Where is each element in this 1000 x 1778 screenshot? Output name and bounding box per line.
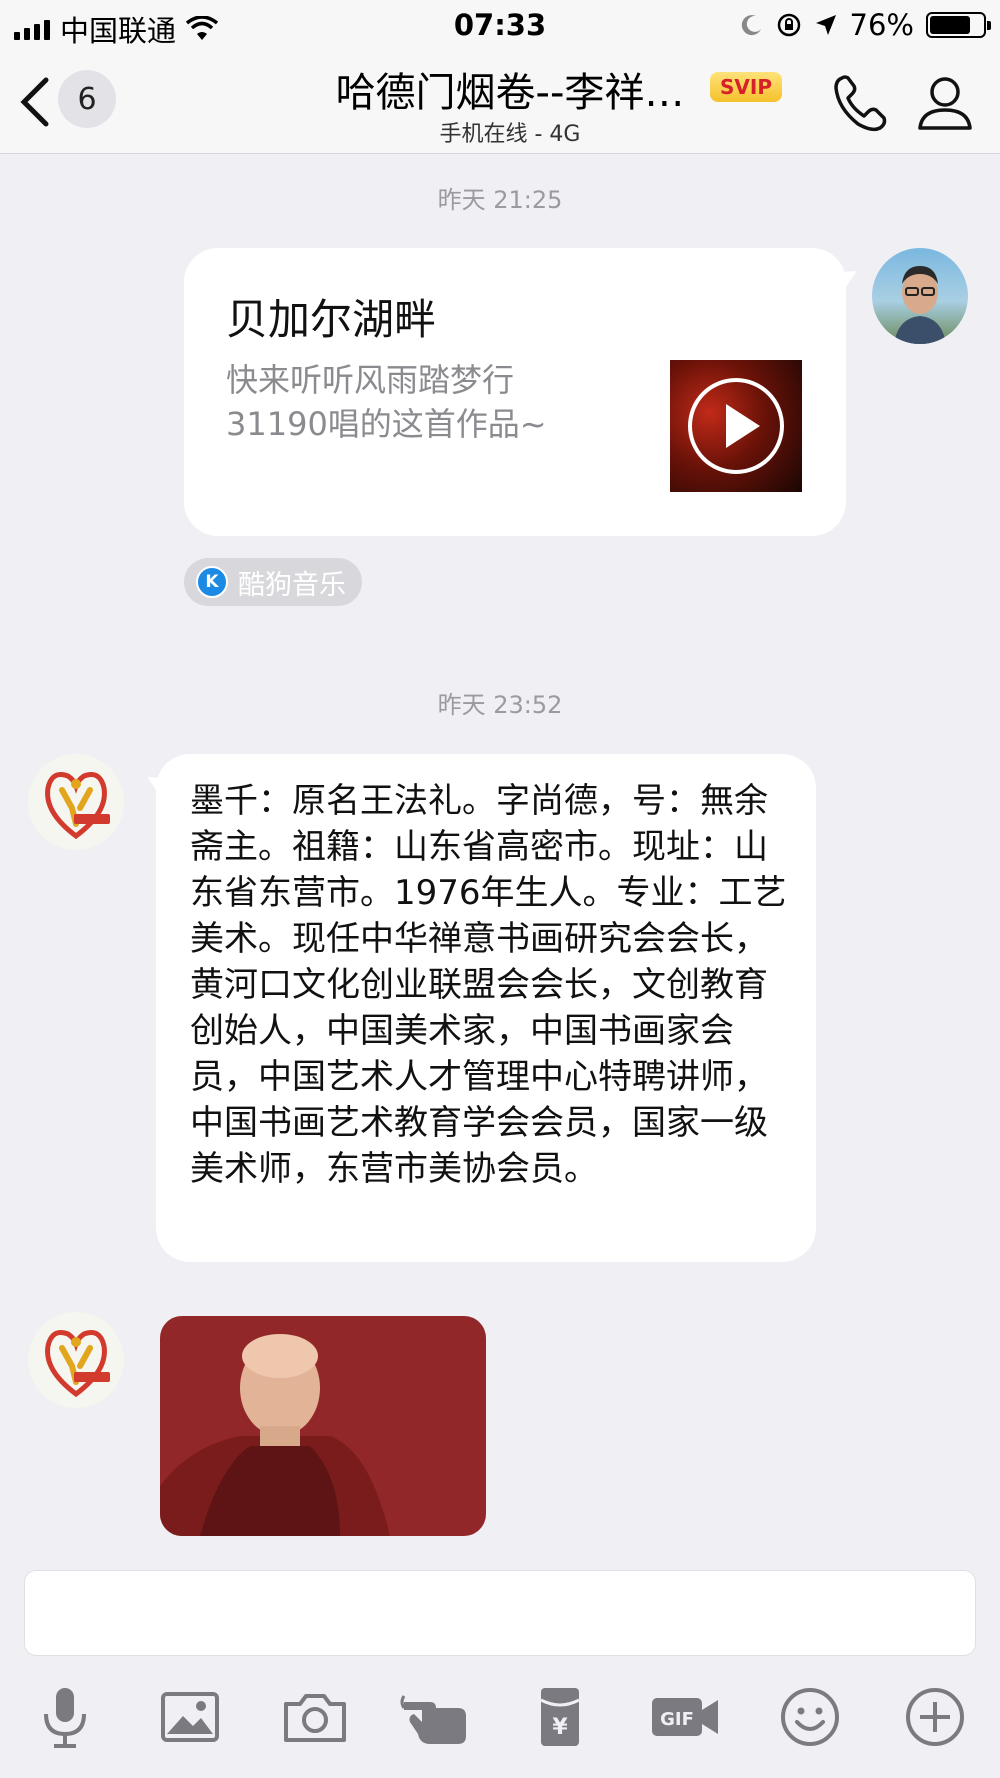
red-packet-icon[interactable]: ¥ [525, 1682, 595, 1752]
contact-avatar[interactable] [28, 1312, 124, 1408]
online-status: 手机在线 - 4G [439, 122, 581, 147]
moon-icon [741, 15, 761, 36]
contact-avatar[interactable] [28, 754, 124, 850]
music-share-card[interactable]: 贝加尔湖畔 快来听听风雨踏梦行31190唱的这首作品~ [184, 248, 846, 536]
user-avatar[interactable] [872, 248, 968, 344]
message-input[interactable] [24, 1570, 976, 1656]
battery-icon [926, 12, 991, 38]
chat-title[interactable]: 哈德门烟卷--李祥… [336, 60, 685, 118]
text-message-bubble[interactable]: 墨千：原名王法礼。字尚德，号：無余斋主。祖籍：山东省高密市。现址：山东省东营市。… [156, 754, 816, 1262]
emoji-icon[interactable] [775, 1682, 845, 1752]
back-chevron-icon[interactable] [14, 72, 54, 132]
unread-count-badge[interactable]: 6 [58, 70, 116, 128]
svg-text:¥: ¥ [552, 1715, 568, 1740]
plus-icon[interactable] [900, 1682, 970, 1752]
song-thumbnail[interactable] [670, 360, 802, 492]
svip-badge: SVIP [710, 72, 782, 102]
kugou-icon: K [196, 566, 228, 598]
svg-text:GIF: GIF [660, 1709, 694, 1730]
chat-header: 6 哈德门烟卷--李祥… SVIP 手机在线 - 4G [0, 50, 1000, 154]
microphone-icon[interactable] [30, 1682, 100, 1752]
rotation-lock-icon [777, 13, 800, 37]
status-bar: 中国联通 07:33 76% [0, 0, 1000, 50]
image-icon[interactable] [155, 1682, 225, 1752]
play-icon[interactable] [688, 378, 784, 474]
message-timestamp: 昨天 21:25 [437, 186, 563, 214]
music-source-label: 酷狗音乐 [238, 569, 346, 601]
song-title: 贝加尔湖畔 [226, 295, 437, 344]
camera-icon[interactable] [280, 1682, 350, 1752]
music-source-tag[interactable]: K 酷狗音乐 [184, 558, 362, 606]
location-icon [815, 15, 836, 35]
gif-icon[interactable]: GIF [650, 1682, 720, 1752]
song-description: 快来听听风雨踏梦行31190唱的这首作品~ [226, 361, 547, 443]
phone-call-icon[interactable] [828, 70, 894, 136]
battery-percent: 76% [849, 8, 914, 42]
input-toolbar: ¥ GIF [0, 1682, 1000, 1762]
image-message[interactable] [160, 1316, 486, 1536]
message-text: 墨千：原名王法礼。字尚德，号：無余斋主。祖籍：山东省高密市。现址：山东省东营市。… [190, 781, 787, 1189]
message-timestamp: 昨天 23:52 [437, 691, 563, 719]
poke-hand-icon[interactable] [400, 1682, 470, 1752]
profile-icon[interactable] [912, 70, 978, 136]
